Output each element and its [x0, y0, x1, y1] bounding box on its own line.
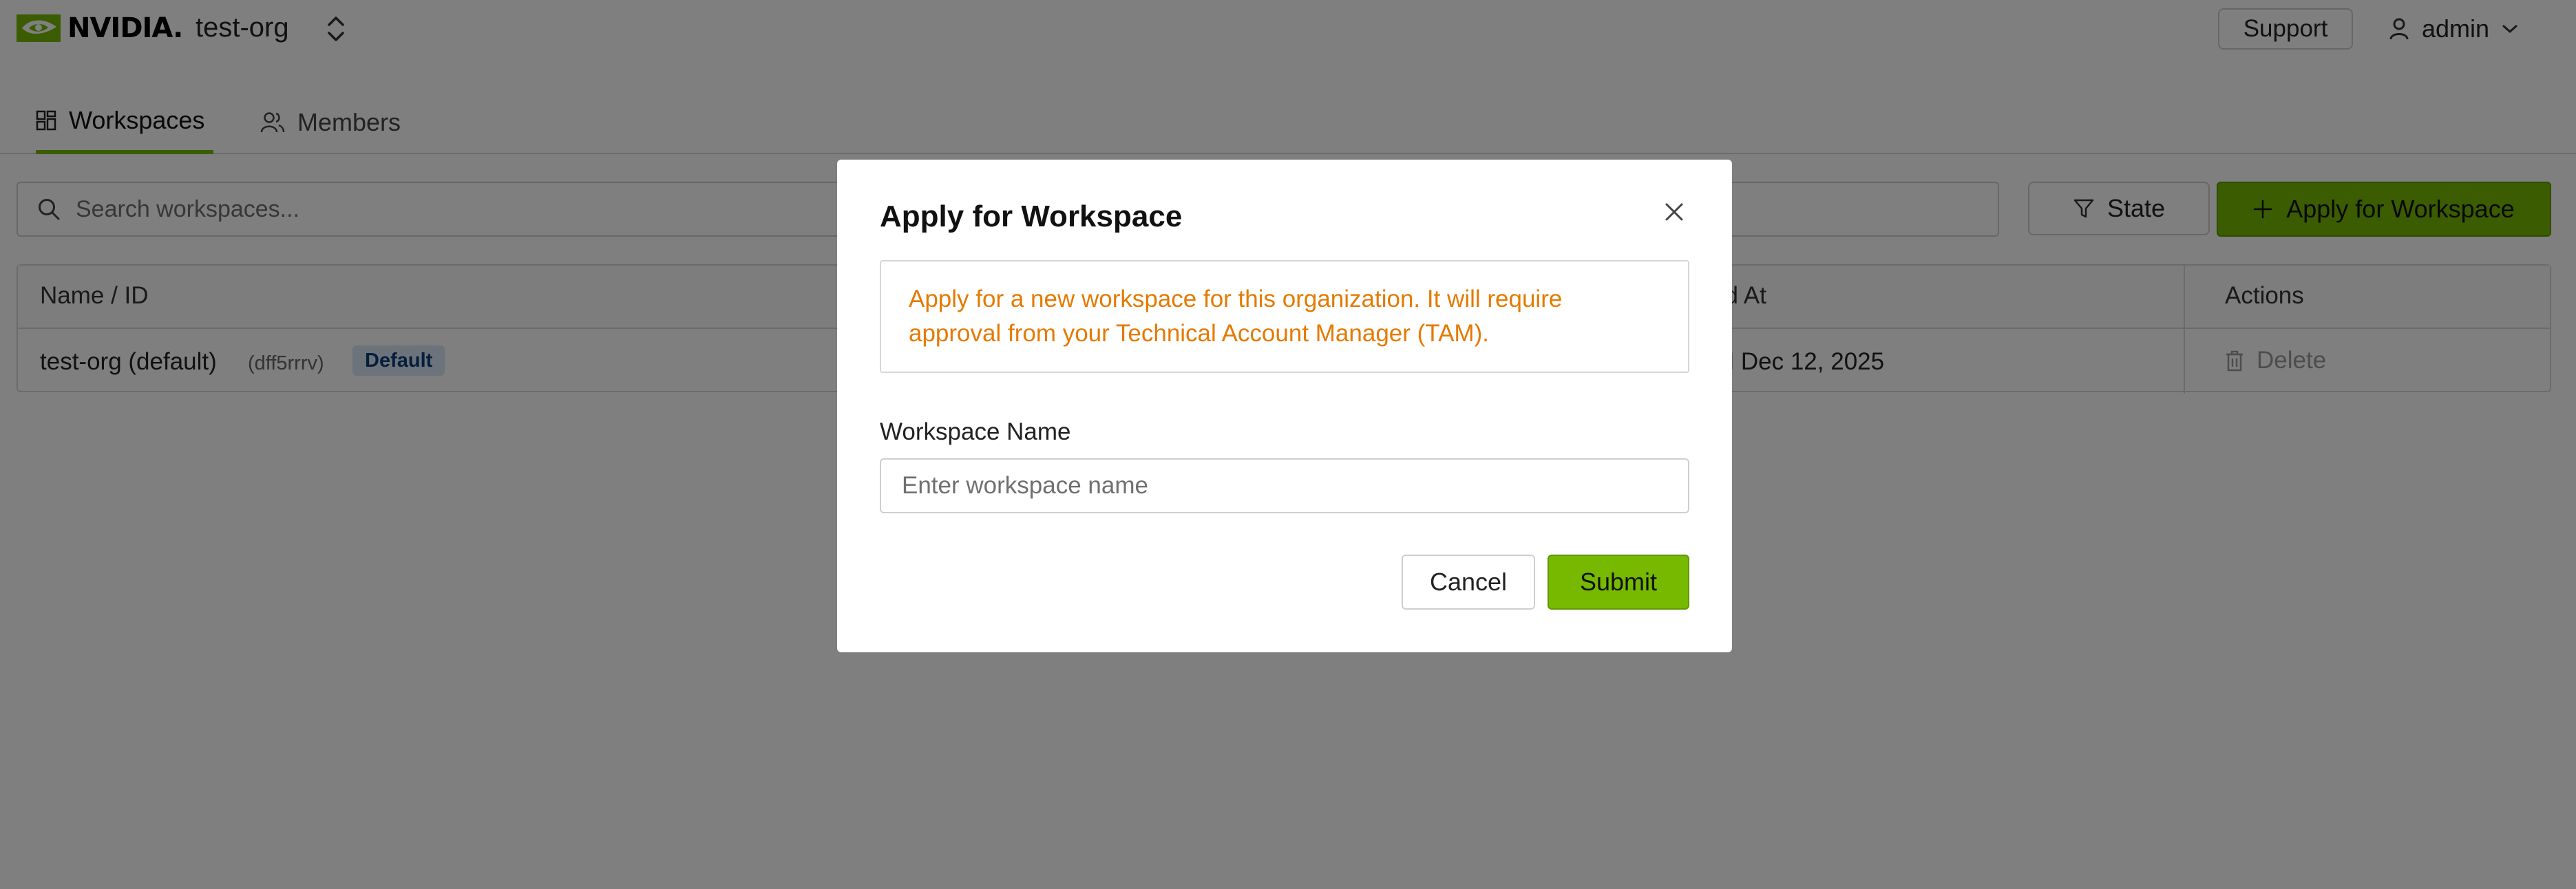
apply-workspace-dialog: Apply for Workspace Apply for a new work…	[837, 160, 1732, 652]
workspace-name-label: Workspace Name	[880, 418, 1071, 445]
workspace-name-input[interactable]	[880, 458, 1689, 513]
close-button[interactable]	[1658, 195, 1691, 228]
submit-button[interactable]: Submit	[1548, 555, 1689, 610]
dialog-title: Apply for Workspace	[880, 200, 1183, 233]
close-icon	[1665, 203, 1683, 221]
cancel-button[interactable]: Cancel	[1402, 555, 1535, 610]
approval-notice: Apply for a new workspace for this organ…	[880, 260, 1689, 373]
